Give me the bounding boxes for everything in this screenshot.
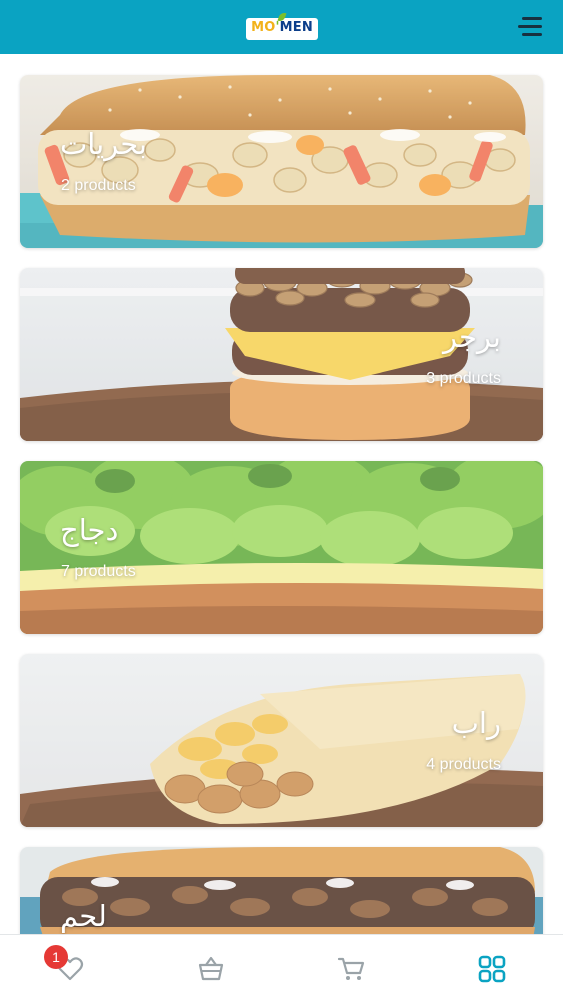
image-overlay xyxy=(20,654,543,827)
logo-text: MO'MEN xyxy=(246,20,318,35)
category-title: بحريات xyxy=(60,127,147,161)
logo-men: MEN xyxy=(279,20,313,35)
category-product-count: 3 products xyxy=(426,370,501,387)
image-overlay xyxy=(20,75,543,248)
app-header: MO'MEN xyxy=(0,0,563,54)
image-overlay xyxy=(20,268,543,441)
momen-logo[interactable]: MO'MEN xyxy=(246,11,318,42)
category-product-count: 4 products xyxy=(426,756,501,773)
menu-line xyxy=(522,33,542,36)
category-product-count: 7 products xyxy=(61,563,136,580)
category-card-meat[interactable]: لحم xyxy=(20,847,543,934)
logo-mo: MO xyxy=(251,20,276,35)
cart-icon[interactable] xyxy=(332,949,372,989)
category-card-burger[interactable]: برجر 3 products xyxy=(20,268,543,441)
hamburger-menu-icon[interactable] xyxy=(516,16,542,38)
category-title: راب xyxy=(451,706,501,740)
menu-line xyxy=(522,17,542,20)
category-product-count: 2 products xyxy=(61,177,136,194)
menu-line xyxy=(518,25,542,28)
category-list[interactable]: بحريات 2 products برجر 3 products دجاج 7… xyxy=(0,54,563,934)
basket-icon[interactable] xyxy=(191,949,231,989)
category-title: برجر xyxy=(443,320,501,354)
category-card-chicken[interactable]: دجاج 7 products xyxy=(20,461,543,634)
bottom-navigation xyxy=(0,934,563,1000)
image-overlay xyxy=(20,461,543,634)
favorites-count-badge: 1 xyxy=(44,945,68,969)
category-card-seafood[interactable]: بحريات 2 products xyxy=(20,75,543,248)
category-card-wrap[interactable]: راب 4 products xyxy=(20,654,543,827)
grid-icon[interactable] xyxy=(472,949,512,989)
category-title: دجاج xyxy=(60,513,119,547)
category-title: لحم xyxy=(60,899,107,933)
